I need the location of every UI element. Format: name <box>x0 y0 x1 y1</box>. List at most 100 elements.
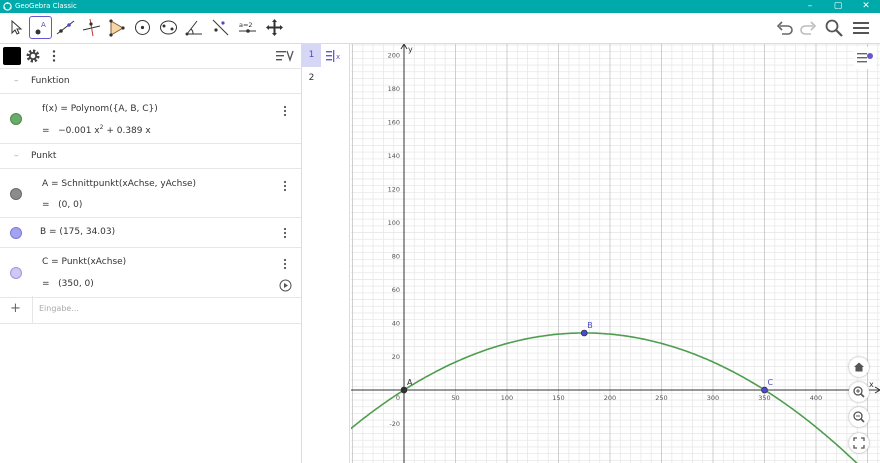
row-menu-c[interactable] <box>280 257 290 271</box>
definition-b: B = (175, 34.03) <box>40 227 116 237</box>
animation-play-button[interactable] <box>279 279 292 292</box>
row-header-2[interactable]: 2 <box>302 67 321 90</box>
algebra-input-placeholder: Eingabe... <box>39 304 79 313</box>
more-vertical-icon <box>283 227 287 239</box>
row-header-1[interactable]: 1 <box>302 44 321 67</box>
plus-icon[interactable]: + <box>10 301 21 316</box>
tool-angle[interactable] <box>183 16 206 39</box>
search-button[interactable] <box>823 17 845 39</box>
value-f: = −0.001 x2 + 0.389 x <box>42 124 151 136</box>
algebra-row-b[interactable]: B = (175, 34.03) <box>0 218 301 248</box>
slider-tool-label: a=2 <box>239 21 253 29</box>
table-formula-icon: x <box>326 50 340 62</box>
more-vertical-icon <box>283 258 287 270</box>
visibility-toggle-a[interactable] <box>10 188 22 200</box>
zoom-in-button[interactable] <box>849 382 869 402</box>
algebra-row-f[interactable]: f(x) = Polynom({A, B, C}) = −0.001 x2 + … <box>0 94 301 144</box>
color-swatch-button[interactable] <box>3 47 21 65</box>
line-icon <box>56 20 75 35</box>
point-label-c: C <box>768 378 774 387</box>
spreadsheet-view: 1 x 2 <box>302 44 350 463</box>
tool-polygon[interactable] <box>105 16 128 39</box>
minimize-icon[interactable]: – <box>796 0 824 13</box>
tool-line[interactable] <box>54 16 77 39</box>
window-title: GeoGebra Classic <box>15 2 77 10</box>
algebra-input-row[interactable]: + Eingabe... <box>0 296 301 324</box>
redo-icon <box>800 21 817 35</box>
cell-formula-button[interactable]: x <box>324 47 348 65</box>
zoom-in-icon <box>853 386 865 398</box>
undo-icon <box>776 21 793 35</box>
tool-perpendicular[interactable] <box>80 16 103 39</box>
main-menu-button[interactable] <box>850 17 872 39</box>
row-menu-f[interactable] <box>280 104 290 118</box>
y-tick-label: 180 <box>388 85 400 93</box>
y-tick-label: 80 <box>392 253 400 261</box>
graphics-canvas[interactable]: yx0 50 100 150 200 250 300 350 400-2020406080100… <box>351 44 880 463</box>
y-tick-label: -20 <box>389 420 400 428</box>
group-label: Funktion <box>31 76 70 86</box>
sort-button[interactable] <box>274 47 296 65</box>
y-tick-label: 40 <box>392 320 400 328</box>
gear-icon <box>26 49 40 63</box>
tool-move[interactable] <box>4 16 27 39</box>
tool-circle[interactable] <box>131 16 154 39</box>
point-c[interactable] <box>761 386 768 394</box>
y-tick-label: 120 <box>388 186 400 194</box>
y-axis-label: y <box>408 45 413 54</box>
algebra-header <box>0 44 301 69</box>
value-c: = (350, 0) <box>42 279 94 289</box>
group-header-funktion[interactable]: – Funktion <box>0 69 301 94</box>
visibility-toggle-f[interactable] <box>10 113 22 125</box>
x-tick-label: 50 <box>451 394 459 402</box>
x-tick-label: 100 <box>501 394 513 402</box>
perpendicular-icon <box>82 18 101 37</box>
visibility-toggle-b[interactable] <box>10 227 22 239</box>
settings-button[interactable] <box>24 47 42 65</box>
title-bar: GeoGebra Classic – ▢ ✕ <box>0 0 880 13</box>
maximize-icon[interactable]: ▢ <box>824 0 852 13</box>
x-tick-label: 150 <box>552 394 564 402</box>
point-label-a: A <box>407 378 413 387</box>
algebra-menu-button[interactable] <box>45 47 63 65</box>
point-icon: A <box>35 21 46 35</box>
point-b[interactable] <box>580 329 588 337</box>
points[interactable]: A B C <box>400 321 774 394</box>
geogebra-logo-icon <box>3 2 12 11</box>
redo-button[interactable] <box>797 17 819 39</box>
more-vertical-icon <box>283 180 287 192</box>
standard-view-button[interactable] <box>849 357 869 377</box>
tool-move-graphics[interactable] <box>263 16 286 39</box>
algebra-row-c[interactable]: C = Punkt(xAchse) = (350, 0) <box>0 248 301 298</box>
graphics-view[interactable]: y x 0 50 100 150 200 250 300 350 400 -20 20 40 60 80 100… <box>351 44 880 463</box>
tool-slider[interactable]: a=2 <box>236 16 259 39</box>
x-tick-label: 300 <box>707 394 719 402</box>
fullscreen-icon <box>853 437 865 449</box>
reflect-icon <box>212 19 229 36</box>
style-bar-icon <box>857 53 873 63</box>
definition-f: f(x) = Polynom({A, B, C}) <box>42 104 158 114</box>
tool-reflect[interactable] <box>209 16 232 39</box>
search-icon <box>825 19 843 37</box>
x-tick-label: 400 <box>810 394 822 402</box>
menu-icon <box>853 22 869 34</box>
algebra-row-a[interactable]: A = Schnittpunkt(xAchse, yAchse) = (0, 0… <box>0 169 301 218</box>
row-menu-b[interactable] <box>280 226 290 240</box>
zoom-out-button[interactable] <box>849 407 869 427</box>
undo-button[interactable] <box>774 17 796 39</box>
close-icon[interactable]: ✕ <box>852 0 880 13</box>
graphics-style-bar-toggle[interactable] <box>854 47 876 69</box>
move-view-icon <box>266 19 283 36</box>
more-vertical-icon <box>283 105 287 117</box>
fullscreen-button[interactable] <box>849 433 869 453</box>
tool-conic[interactable] <box>157 16 180 39</box>
row-menu-a[interactable] <box>280 179 290 193</box>
group-label: Punkt <box>31 151 57 161</box>
visibility-toggle-c[interactable] <box>10 267 22 279</box>
group-header-punkt[interactable]: – Punkt <box>0 144 301 169</box>
y-tick-label: 200 <box>388 52 400 60</box>
y-tick-label: 100 <box>388 219 400 227</box>
algebra-view: – Funktion f(x) = Polynom({A, B, C}) = −… <box>0 44 302 463</box>
tool-point[interactable]: A <box>29 16 52 39</box>
point-a[interactable] <box>400 386 408 394</box>
